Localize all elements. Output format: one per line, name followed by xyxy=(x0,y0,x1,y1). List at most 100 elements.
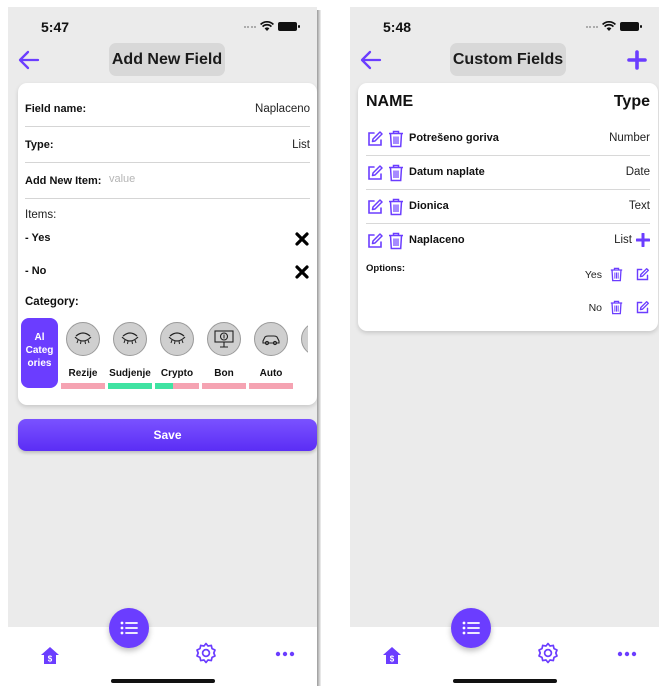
home-icon[interactable]: $ xyxy=(380,644,404,668)
field-type: Text xyxy=(628,200,650,212)
field-type: List xyxy=(614,234,632,246)
tab-bar: $ xyxy=(350,608,659,686)
add-item-label: Add New Item: xyxy=(25,175,102,187)
field-name: Potrešeno goriva xyxy=(409,132,499,144)
add-item-input[interactable] xyxy=(109,173,259,185)
edit-icon[interactable] xyxy=(366,198,384,216)
status-time: 5:48 xyxy=(383,19,412,35)
column-header-type: Type xyxy=(613,93,650,110)
field-name-value[interactable]: Naplaceno xyxy=(255,103,310,115)
signal-icon xyxy=(243,25,256,28)
eye-closed-icon xyxy=(66,322,100,356)
trash-icon[interactable] xyxy=(610,300,623,315)
table-row: Dionica Text xyxy=(366,190,650,224)
home-indicator xyxy=(111,679,215,683)
field-name-row: Field name: Naplaceno xyxy=(25,93,310,127)
option-value: No xyxy=(588,302,602,314)
category-sudjenje[interactable]: Sudjenje xyxy=(108,317,152,391)
home-indicator xyxy=(453,679,557,683)
table-row: Naplaceno List xyxy=(366,224,650,258)
category-bon[interactable]: Bon xyxy=(202,317,246,391)
add-option-icon[interactable] xyxy=(636,233,650,247)
trash-icon[interactable] xyxy=(388,198,404,216)
divider xyxy=(317,10,321,686)
category-rezije[interactable]: Rezije xyxy=(61,317,105,391)
trash-icon[interactable] xyxy=(388,232,404,250)
status-bar: 5:48 xyxy=(350,17,659,37)
save-button[interactable]: Save xyxy=(18,419,317,451)
money-icon xyxy=(207,322,241,356)
add-field-icon[interactable] xyxy=(627,50,647,70)
back-arrow-icon[interactable] xyxy=(16,48,42,72)
category-name: Bon xyxy=(214,368,234,379)
all-categories-button[interactable]: Al Categ ories xyxy=(21,318,58,388)
list-icon xyxy=(120,621,138,635)
edit-icon[interactable] xyxy=(366,232,384,250)
page-title: Add New Field xyxy=(109,43,225,76)
edit-icon[interactable] xyxy=(635,300,650,315)
all-categories-label: Al xyxy=(34,332,45,343)
edit-icon[interactable] xyxy=(366,164,384,182)
nav-bar: Add New Field xyxy=(8,42,317,78)
trash-icon[interactable] xyxy=(610,267,623,282)
remove-item-icon[interactable] xyxy=(295,265,309,279)
add-item-row: Add New Item: xyxy=(25,165,310,199)
option-row: No xyxy=(550,298,650,318)
edit-icon[interactable] xyxy=(366,130,384,148)
wifi-icon xyxy=(260,21,274,31)
list-menu-button[interactable] xyxy=(109,608,149,648)
list-item: - Yes xyxy=(25,229,309,249)
option-row: Yes xyxy=(550,265,650,285)
more-icon[interactable] xyxy=(615,645,639,663)
back-arrow-icon[interactable] xyxy=(358,48,384,72)
home-icon[interactable]: $ xyxy=(38,644,62,668)
field-type: Number xyxy=(609,132,650,144)
list-menu-button[interactable] xyxy=(451,608,491,648)
signal-icon xyxy=(585,25,598,28)
category-name: Auto xyxy=(259,368,283,379)
trash-icon[interactable] xyxy=(388,130,404,148)
category-label: Category: xyxy=(25,296,79,308)
trash-icon[interactable] xyxy=(388,164,404,182)
category-progress xyxy=(108,383,152,389)
gear-icon[interactable] xyxy=(536,641,560,665)
add-field-screen: 5:47 Add New Field Field name: Naplaceno… xyxy=(8,7,317,686)
wifi-icon xyxy=(602,21,616,31)
eye-closed-icon xyxy=(113,322,147,356)
type-value[interactable]: List xyxy=(292,139,310,151)
field-name: Datum naplate xyxy=(409,166,485,178)
category-name: Crypto xyxy=(160,368,194,379)
svg-text:$: $ xyxy=(390,655,395,664)
status-icons xyxy=(585,21,642,32)
field-name: Naplaceno xyxy=(409,234,465,246)
items-label: Items: xyxy=(25,209,57,221)
category-auto[interactable]: Auto xyxy=(249,317,293,391)
status-icons xyxy=(243,21,300,32)
table-row: Datum naplate Date xyxy=(366,156,650,190)
category-name: Sudjenje xyxy=(109,368,151,379)
item-label: - No xyxy=(25,265,47,277)
page-title: Custom Fields xyxy=(450,43,566,76)
column-header-name: NAME xyxy=(366,93,414,110)
list-icon xyxy=(462,621,480,635)
car-icon xyxy=(254,322,288,356)
category-partial[interactable] xyxy=(296,317,308,391)
category-progress xyxy=(61,383,105,389)
battery-icon xyxy=(278,22,300,31)
custom-fields-card: NAME Type Potrešeno goriva Number Datum … xyxy=(358,83,658,331)
category-crypto[interactable]: Crypto xyxy=(155,317,199,391)
svg-text:$: $ xyxy=(48,655,53,664)
tab-bar: $ xyxy=(8,608,317,686)
category-icon xyxy=(301,322,308,356)
more-icon[interactable] xyxy=(273,645,297,663)
category-name: Rezije xyxy=(68,368,98,379)
type-row: Type: List xyxy=(25,129,310,163)
option-value: Yes xyxy=(584,269,602,281)
field-type: Date xyxy=(625,166,650,178)
remove-item-icon[interactable] xyxy=(295,232,309,246)
field-name-label: Field name: xyxy=(25,103,87,115)
edit-icon[interactable] xyxy=(635,267,650,282)
gear-icon[interactable] xyxy=(194,641,218,665)
category-selector: Al Categ ories Rezije Sudjenje Crypto Bo… xyxy=(21,317,308,391)
table-header: NAME Type xyxy=(366,93,650,117)
